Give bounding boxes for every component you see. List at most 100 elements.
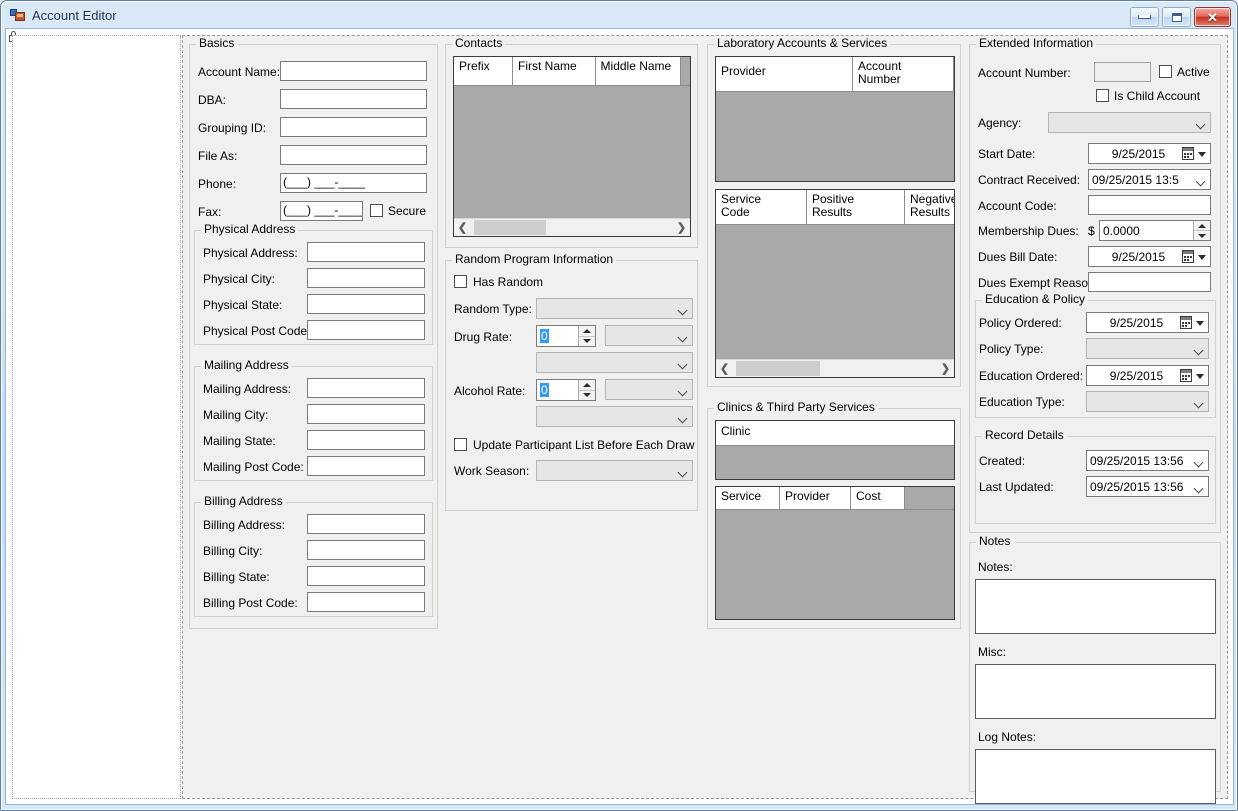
log-notes-textarea[interactable] xyxy=(975,749,1216,804)
calendar-icon[interactable] xyxy=(1182,146,1194,160)
drug-rate-spin-buttons[interactable] xyxy=(578,326,595,346)
account-code-input[interactable] xyxy=(1088,195,1211,215)
phone-input[interactable]: (___) ___-____ xyxy=(280,173,427,193)
record-details-group: Record Details Created: 09/25/2015 13:56… xyxy=(975,428,1216,524)
membership-dues-spinner[interactable]: 0.0000 xyxy=(1099,220,1211,241)
contacts-grid-body[interactable] xyxy=(454,86,690,221)
clinics-grid[interactable]: Clinic xyxy=(715,420,955,480)
lab-services-scroll-track[interactable] xyxy=(733,361,937,376)
spin-up-icon[interactable] xyxy=(579,380,595,390)
random-type-combo[interactable] xyxy=(536,298,693,319)
lab-col-positive-results[interactable]: Positive Results xyxy=(807,190,905,224)
lab-col-provider[interactable]: Provider xyxy=(716,57,853,91)
scroll-left-icon[interactable]: ❮ xyxy=(454,219,471,236)
physical-address-input[interactable] xyxy=(307,242,425,262)
misc-textarea[interactable] xyxy=(975,664,1216,719)
scroll-right-icon[interactable]: ❯ xyxy=(937,360,954,377)
spin-up-icon[interactable] xyxy=(579,326,595,336)
alcohol-rate-spinner[interactable]: 0 xyxy=(536,379,596,401)
clinics-col-clinic[interactable]: Clinic xyxy=(716,421,954,445)
alcohol-rate-spin-buttons[interactable] xyxy=(578,380,595,400)
billing-address-input[interactable] xyxy=(307,514,425,534)
dropdown-arrow-icon[interactable] xyxy=(1196,373,1204,379)
policy-type-combo[interactable] xyxy=(1086,338,1209,359)
calendar-icon[interactable] xyxy=(1180,315,1192,329)
start-date-picker[interactable]: 9/25/2015 xyxy=(1088,143,1211,164)
dues-bill-date-picker[interactable]: 9/25/2015 xyxy=(1088,246,1211,267)
lab-services-body[interactable] xyxy=(716,225,954,361)
lab-col-account-number[interactable]: Account Number xyxy=(853,57,954,91)
dba-input[interactable] xyxy=(280,89,427,109)
clinics-grid-body[interactable] xyxy=(716,446,954,479)
education-ordered-picker[interactable]: 9/25/2015 xyxy=(1086,365,1209,386)
physical-post-code-input[interactable] xyxy=(307,320,425,340)
dues-exempt-reason-input[interactable] xyxy=(1088,272,1211,292)
contacts-col-prefix[interactable]: Prefix xyxy=(454,57,513,85)
clinic-services-grid[interactable]: Service Provider Cost xyxy=(715,486,955,620)
file-as-label: File As: xyxy=(198,149,238,163)
maximize-button[interactable] xyxy=(1162,7,1191,27)
billing-state-input[interactable] xyxy=(307,566,425,586)
calendar-icon[interactable] xyxy=(1182,249,1194,263)
calendar-icon[interactable] xyxy=(1180,368,1192,382)
mailing-city-input[interactable] xyxy=(307,404,425,424)
mailing-post-code-input[interactable] xyxy=(307,456,425,476)
spin-down-icon[interactable] xyxy=(579,389,595,401)
has-random-checkbox[interactable] xyxy=(454,275,467,288)
spin-up-icon[interactable] xyxy=(1194,221,1210,230)
contacts-grid[interactable]: Prefix First Name Middle Name ❮ ❯ xyxy=(453,56,691,237)
policy-ordered-picker[interactable]: 9/25/2015 xyxy=(1086,312,1209,333)
fax-input[interactable]: (___) ___-____ xyxy=(280,201,363,221)
title-bar[interactable]: Account Editor ✕ xyxy=(1,1,1237,29)
close-button[interactable]: ✕ xyxy=(1194,7,1231,27)
active-checkbox[interactable] xyxy=(1159,65,1172,78)
contacts-col-first-name[interactable]: First Name xyxy=(513,57,596,85)
scroll-right-icon[interactable]: ❯ xyxy=(673,219,690,236)
alcohol-rate-period-combo[interactable] xyxy=(536,406,693,427)
update-participant-list-checkbox[interactable] xyxy=(454,438,467,451)
physical-city-input[interactable] xyxy=(307,268,425,288)
minimize-button[interactable] xyxy=(1130,7,1159,27)
education-type-combo[interactable] xyxy=(1086,391,1209,412)
drug-rate-period-combo[interactable] xyxy=(536,352,693,373)
dropdown-arrow-icon[interactable] xyxy=(1198,151,1206,157)
clinic-services-body[interactable] xyxy=(716,510,954,619)
clinic-col-cost[interactable]: Cost xyxy=(851,487,905,509)
spin-down-icon[interactable] xyxy=(1194,230,1210,240)
membership-dues-spin-buttons[interactable] xyxy=(1193,221,1210,240)
physical-state-input[interactable] xyxy=(307,294,425,314)
notes-textarea[interactable] xyxy=(975,579,1216,634)
lab-services-grid[interactable]: Service Code Positive Results Negative R… xyxy=(715,189,955,378)
lab-col-service-code[interactable]: Service Code xyxy=(716,190,807,224)
drug-rate-unit-combo[interactable] xyxy=(605,325,693,346)
lab-providers-grid[interactable]: Provider Account Number xyxy=(715,56,955,182)
mailing-address-input[interactable] xyxy=(307,378,425,398)
drug-rate-spinner[interactable]: 0 xyxy=(536,325,596,347)
clinic-col-provider[interactable]: Provider xyxy=(780,487,851,509)
billing-city-input[interactable] xyxy=(307,540,425,560)
lab-providers-body[interactable] xyxy=(716,92,954,181)
last-updated-combo[interactable]: 09/25/2015 13:56 xyxy=(1086,476,1209,497)
contacts-scroll-track[interactable] xyxy=(471,220,673,235)
lab-services-hscrollbar[interactable]: ❮ ❯ xyxy=(716,359,954,377)
alcohol-rate-unit-combo[interactable] xyxy=(605,379,693,400)
dropdown-arrow-icon[interactable] xyxy=(1196,320,1204,326)
created-combo[interactable]: 09/25/2015 13:56 xyxy=(1086,450,1209,471)
work-season-combo[interactable] xyxy=(536,460,693,481)
agency-combo[interactable] xyxy=(1048,112,1211,133)
billing-post-code-input[interactable] xyxy=(307,592,425,612)
is-child-account-checkbox[interactable] xyxy=(1096,89,1109,102)
scroll-left-icon[interactable]: ❮ xyxy=(716,360,733,377)
secure-checkbox[interactable] xyxy=(370,204,383,217)
spin-down-icon[interactable] xyxy=(579,335,595,347)
grouping-id-input[interactable] xyxy=(280,117,427,137)
contract-received-combo[interactable]: 09/25/2015 13:5 xyxy=(1088,169,1211,190)
mailing-state-input[interactable] xyxy=(307,430,425,450)
lab-col-negative-results[interactable]: Negative Results xyxy=(905,190,954,224)
clinic-col-service[interactable]: Service xyxy=(716,487,780,509)
account-name-input[interactable] xyxy=(280,61,427,81)
contacts-hscrollbar[interactable]: ❮ ❯ xyxy=(454,218,690,236)
dropdown-arrow-icon[interactable] xyxy=(1198,254,1206,260)
contacts-col-middle-name[interactable]: Middle Name xyxy=(595,57,681,85)
file-as-input[interactable] xyxy=(280,145,427,165)
